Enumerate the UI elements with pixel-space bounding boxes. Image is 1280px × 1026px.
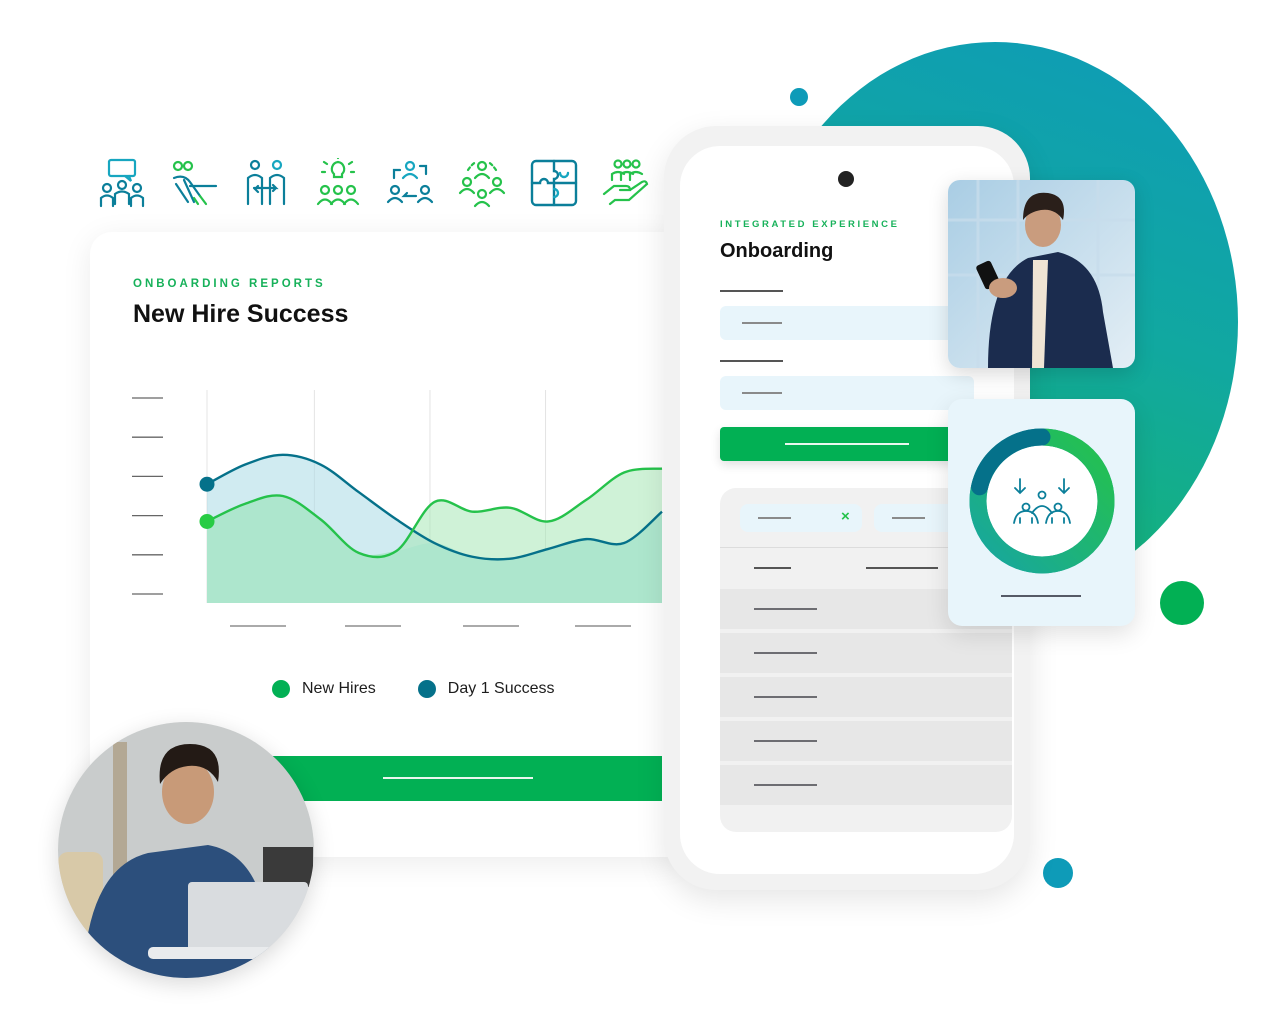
report-eyebrow: ONBOARDING REPORTS	[133, 278, 326, 290]
start-point-day-1-success	[199, 476, 215, 492]
donut-caption-placeholder	[1001, 595, 1081, 597]
photo-person-with-laptop	[58, 722, 314, 978]
input-1-placeholder	[742, 322, 782, 324]
network-people-icon	[458, 158, 506, 208]
team-meeting-icon	[98, 158, 146, 208]
phone-input-2[interactable]	[720, 376, 974, 410]
tug-of-war-icon	[170, 158, 218, 208]
table-row[interactable]	[720, 677, 1012, 717]
field-label-2	[720, 360, 783, 362]
puzzle-icon	[530, 158, 578, 208]
legend-item-day1-success[interactable]: Day 1 Success	[417, 680, 555, 698]
phone-camera	[838, 171, 854, 187]
table-row-label	[754, 652, 817, 654]
accent-dot-blue-top	[790, 88, 808, 106]
phone-eyebrow: INTEGRATED EXPERIENCE	[720, 219, 900, 230]
photo-person-with-phone	[948, 180, 1135, 368]
report-title: New Hire Success	[133, 300, 349, 328]
accent-dot-green	[1160, 581, 1204, 625]
idea-team-icon	[314, 158, 362, 208]
progress-donut-card	[948, 399, 1135, 626]
feature-icon-row	[98, 158, 650, 208]
table-row[interactable]	[720, 765, 1012, 805]
input-2-placeholder	[742, 392, 782, 394]
field-label-1	[720, 290, 783, 292]
phone-input-1[interactable]	[720, 306, 976, 340]
chip-2-label	[892, 517, 925, 519]
start-point-new-hires	[199, 513, 215, 529]
exchange-people-icon	[242, 158, 290, 208]
chart-legend: New Hires Day 1 Success	[272, 680, 597, 698]
hand-people-icon	[602, 158, 650, 208]
legend-swatch-day1-success	[417, 680, 436, 698]
table-row[interactable]	[720, 721, 1012, 761]
submit-label-placeholder	[785, 443, 909, 445]
table-row-label	[754, 740, 817, 742]
table-row[interactable]	[720, 633, 1012, 673]
legend-swatch-new-hires	[272, 680, 290, 698]
phone-title: Onboarding	[720, 240, 834, 262]
filter-chip-1[interactable]: ×	[740, 504, 862, 532]
progress-donut	[969, 428, 1115, 574]
new-hire-success-chart	[132, 390, 663, 627]
rotation-people-icon	[386, 158, 434, 208]
report-action-label-placeholder	[383, 777, 533, 779]
table-header-col-2	[866, 567, 938, 569]
chip-close-icon[interactable]: ×	[841, 508, 850, 525]
accent-dot-blue-bottom	[1043, 858, 1073, 888]
table-row-label	[754, 608, 817, 610]
chip-1-label	[758, 517, 791, 519]
legend-label-new-hires: New Hires	[302, 680, 376, 697]
legend-label-day1-success: Day 1 Success	[447, 680, 555, 697]
table-row-label	[754, 784, 817, 786]
legend-item-new-hires[interactable]: New Hires	[272, 680, 376, 698]
table-header-col-1	[754, 567, 791, 569]
table-row-label	[754, 696, 817, 698]
